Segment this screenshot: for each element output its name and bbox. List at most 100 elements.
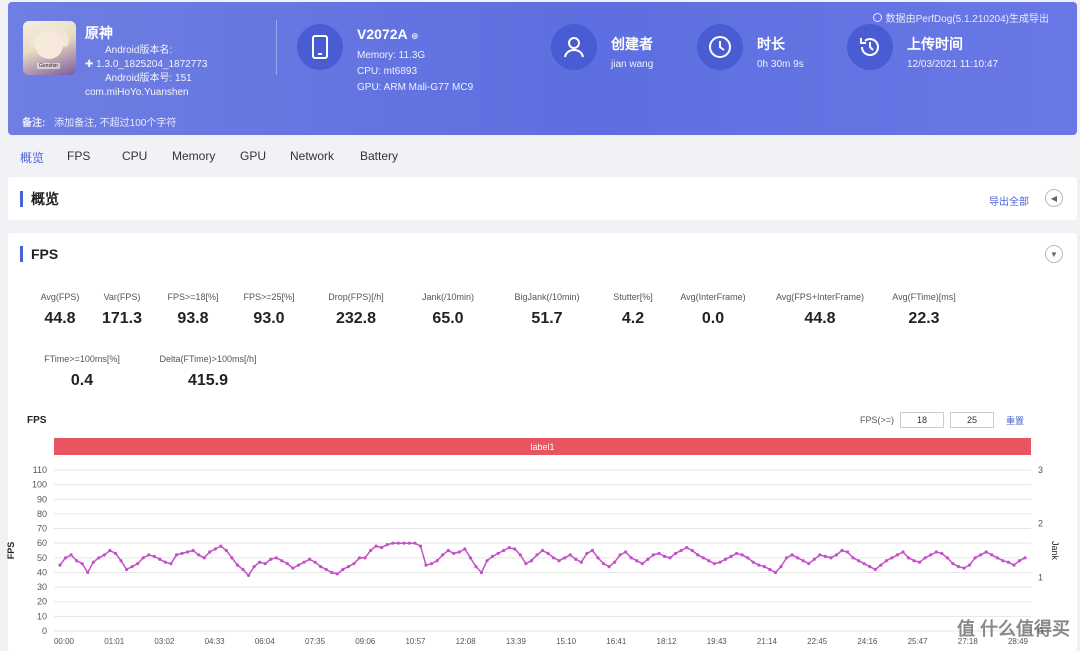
x-tick-label: 13:39 — [506, 637, 527, 646]
overview-card: 概览 导出全部 ◀ — [8, 177, 1077, 220]
tab-overview[interactable]: 概览 — [20, 149, 67, 166]
tab-fps[interactable]: FPS — [67, 149, 122, 166]
fps-point — [374, 544, 378, 548]
fps-point — [252, 565, 256, 569]
fps-point — [712, 562, 717, 566]
device-cpu: CPU: mt6893 — [357, 66, 418, 77]
fps-point — [884, 559, 888, 563]
threshold-high-input[interactable]: 25 — [950, 412, 995, 428]
fps-point — [302, 560, 306, 564]
duration-title: 时长 — [757, 36, 785, 52]
fps-point — [551, 556, 556, 560]
tab-network[interactable]: Network — [290, 149, 360, 166]
fps-point — [391, 541, 395, 545]
fps-point — [230, 556, 234, 560]
fps-point — [873, 567, 877, 572]
fps-point — [474, 565, 478, 569]
fps-point — [679, 548, 683, 553]
chevron-down-icon[interactable]: ▼ — [1045, 245, 1063, 263]
y2-tick-label: 1 — [1038, 572, 1043, 582]
collapse-left-icon[interactable]: ◀ — [1045, 189, 1063, 207]
fps-point — [296, 563, 301, 567]
app-package: com.miHoYo.Yuanshen — [85, 87, 189, 98]
fps-point — [485, 559, 489, 563]
fps-point — [801, 559, 805, 563]
fps-point — [513, 547, 517, 551]
fps-point — [102, 553, 106, 557]
fps-point — [224, 548, 228, 553]
y-tick-label: 10 — [37, 611, 47, 621]
fps-point — [446, 548, 450, 553]
metric-avg-interframe: Avg(InterFrame) 0.0 — [680, 292, 746, 327]
fps-point — [696, 553, 700, 557]
fps-point — [929, 553, 933, 557]
fps-point — [524, 562, 528, 566]
fps-point — [324, 567, 328, 572]
fps-point — [319, 565, 323, 569]
tab-gpu[interactable]: GPU — [240, 149, 290, 166]
reset-button[interactable]: 重置 — [1006, 414, 1024, 427]
app-version-value: 1.3.0_1825204_1872773 — [96, 59, 208, 70]
fps-point — [757, 563, 761, 567]
y2-tick-label: 2 — [1038, 519, 1043, 529]
fps-point — [213, 547, 217, 551]
upload-title: 上传时间 — [907, 36, 963, 52]
header-divider — [276, 20, 277, 75]
fps-point — [568, 553, 572, 557]
fps-point — [413, 541, 417, 545]
fps-point — [468, 556, 473, 560]
label-band[interactable]: label1 — [54, 438, 1031, 455]
fps-point — [923, 556, 927, 560]
fps-point — [219, 544, 223, 548]
fps-point — [563, 556, 567, 560]
app-version-name-label: Android版本名: — [105, 45, 173, 56]
fps-point — [707, 559, 711, 563]
fps-point — [906, 556, 911, 560]
threshold-low-input[interactable]: 18 — [900, 412, 945, 428]
fps-point — [768, 567, 772, 572]
fps-point — [424, 563, 428, 567]
y-tick-label: 40 — [37, 567, 47, 577]
fps-point — [984, 550, 988, 554]
fps-point — [235, 563, 240, 567]
fps-point — [363, 556, 367, 560]
fps-line-chart[interactable]: 01020304050607080901001100123FPS Jank00:0… — [0, 460, 1080, 651]
x-tick-label: 16:41 — [606, 637, 627, 646]
tab-battery[interactable]: Battery — [360, 149, 398, 166]
fps-point — [890, 556, 894, 560]
metric-ftime-ge100: FTime>=100ms[%] 0.4 — [44, 354, 120, 389]
fps-point — [258, 560, 262, 564]
fps-point — [956, 565, 961, 569]
fps-point — [169, 562, 173, 566]
fps-point — [579, 560, 583, 564]
fps-point — [185, 550, 190, 554]
fps-point — [97, 556, 101, 560]
fps-point — [840, 548, 844, 553]
fps-point — [452, 551, 456, 556]
fps-point — [651, 553, 656, 557]
metric-fps-ge18: FPS>=18[%] 93.8 — [167, 292, 219, 327]
fps-point — [662, 554, 667, 558]
fps-point — [829, 556, 833, 560]
fps-point — [618, 553, 622, 557]
export-all-link[interactable]: 导出全部 — [989, 193, 1029, 208]
x-tick-label: 03:02 — [154, 637, 175, 646]
metric-var-fps: Var(FPS) 171.3 — [101, 292, 143, 327]
fps-point — [624, 550, 628, 554]
fps-point — [918, 560, 922, 564]
fps-point — [868, 565, 872, 569]
fps-point — [951, 562, 955, 566]
y-tick-label: 80 — [37, 509, 47, 519]
x-tick-label: 12:08 — [456, 637, 477, 646]
fps-point — [790, 553, 794, 557]
x-tick-label: 10:57 — [405, 637, 426, 646]
note-row[interactable]: 备注: 添加备注, 不超过100个字符 — [22, 114, 176, 129]
note-input[interactable]: 添加备注, 不超过100个字符 — [54, 118, 176, 129]
y2-axis-label: Jank — [1050, 541, 1060, 561]
fps-point — [313, 560, 317, 564]
tab-memory[interactable]: Memory — [172, 149, 240, 166]
tab-cpu[interactable]: CPU — [122, 149, 172, 166]
metric-drop-fps: Drop(FPS)[/h] 232.8 — [328, 292, 384, 327]
metric-delta-ftime: Delta(FTime)>100ms[/h] 415.9 — [159, 354, 257, 389]
fps-point — [180, 551, 184, 556]
